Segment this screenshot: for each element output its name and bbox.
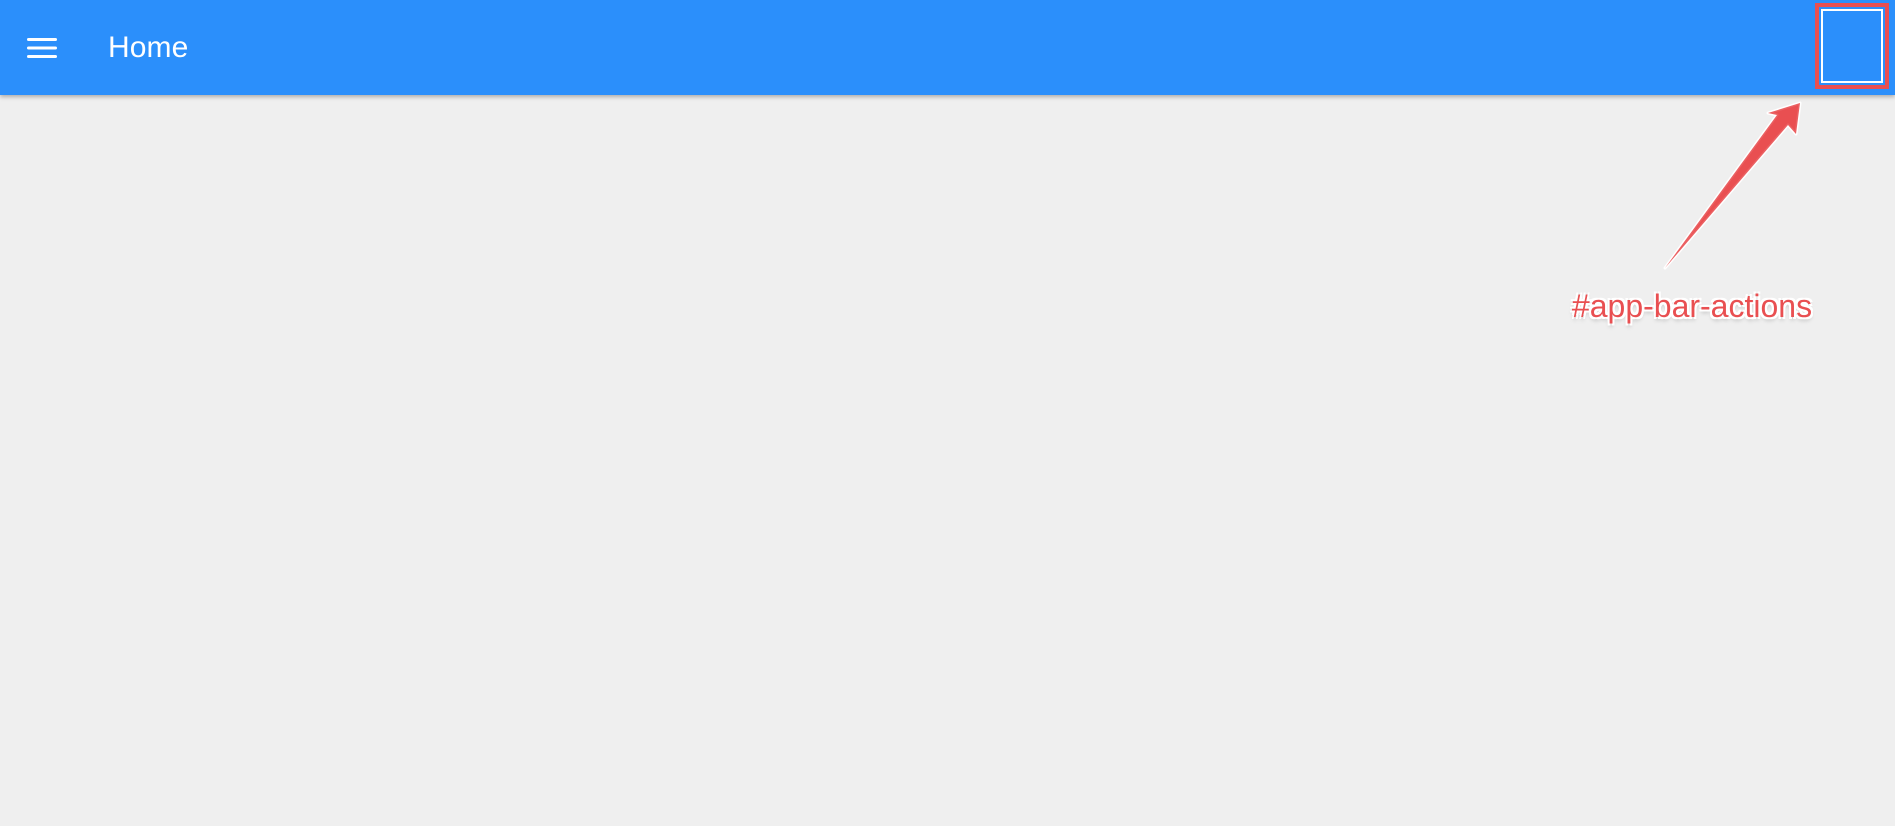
- app-window: Home #app-bar-actions: [0, 0, 1895, 826]
- app-bar: Home: [0, 0, 1895, 95]
- page-title: Home: [108, 31, 189, 64]
- app-bar-actions-highlight: [1815, 3, 1889, 89]
- arrow-icon: [1663, 101, 1802, 270]
- menu-button[interactable]: [18, 24, 66, 72]
- hamburger-menu-icon: [27, 38, 57, 58]
- app-bar-actions[interactable]: [1821, 9, 1883, 83]
- main-content: [0, 95, 1895, 826]
- annotation-label: #app-bar-actions: [1571, 288, 1813, 324]
